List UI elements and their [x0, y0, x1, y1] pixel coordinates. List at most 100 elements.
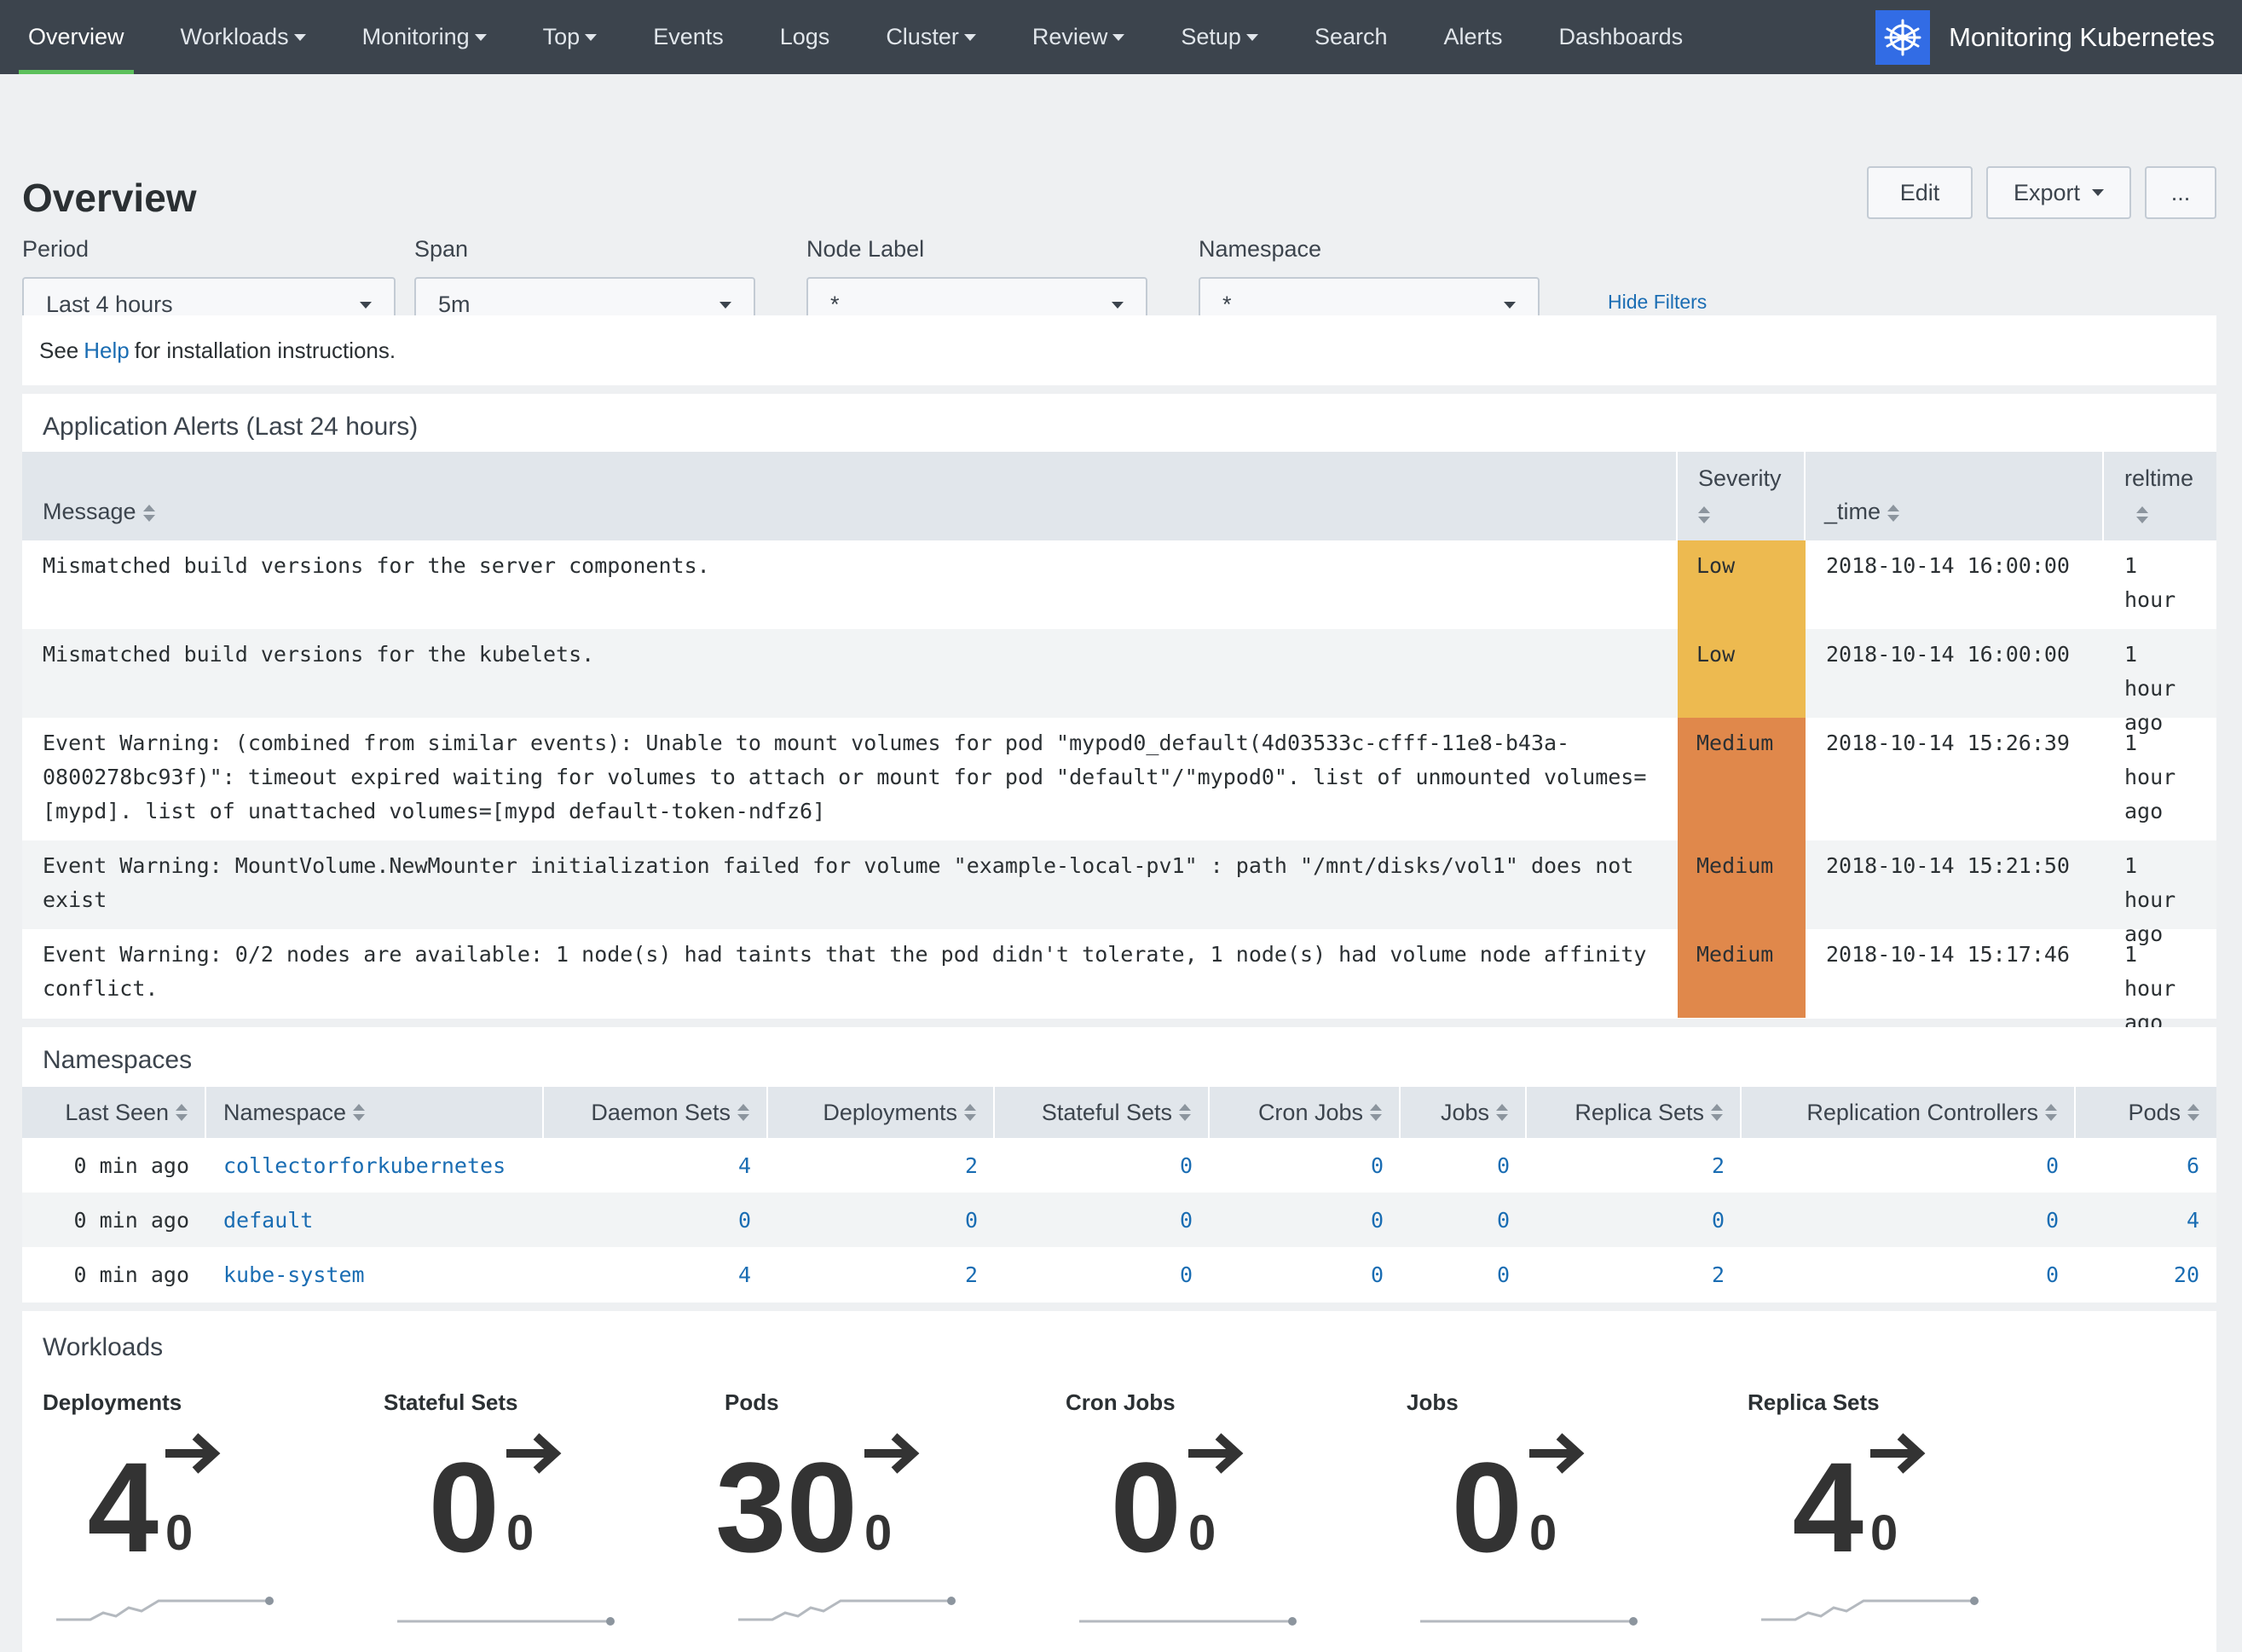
- column-header-reltime[interactable]: reltime: [2104, 452, 2216, 540]
- more-actions-button[interactable]: ...: [2145, 166, 2216, 219]
- nav-item-monitoring[interactable]: Monitoring: [334, 0, 515, 74]
- count-link[interactable]: 2: [768, 1262, 995, 1287]
- arrow-right-icon: [1870, 1433, 1926, 1474]
- help-link[interactable]: Help: [84, 338, 129, 364]
- nav-item-setup[interactable]: Setup: [1153, 0, 1286, 74]
- severity-cell: Medium: [1678, 929, 1806, 1018]
- count-link[interactable]: 0: [1742, 1153, 2076, 1178]
- workload-label: Cron Jobs: [1066, 1389, 1176, 1415]
- nav-item-label: Monitoring: [361, 24, 470, 49]
- table-row[interactable]: Event Warning: 0/2 nodes are available: …: [22, 929, 2216, 1035]
- nav-item-events[interactable]: Events: [625, 0, 752, 74]
- workload-delta: 0: [165, 1505, 193, 1561]
- count-link[interactable]: 0: [995, 1262, 1210, 1287]
- count-link[interactable]: 0: [1401, 1153, 1527, 1178]
- count-link[interactable]: 20: [2076, 1262, 2216, 1287]
- column-header-last-seen[interactable]: Last Seen: [22, 1087, 206, 1138]
- count-link[interactable]: 0: [995, 1153, 1210, 1178]
- column-header-pods[interactable]: Pods: [2076, 1087, 2216, 1138]
- export-button[interactable]: Export: [1986, 166, 2131, 219]
- single-value-pods[interactable]: Pods 30 0: [704, 1389, 1011, 1645]
- workload-label: Replica Sets: [1748, 1389, 1880, 1415]
- single-value-stateful-sets[interactable]: Stateful Sets 0 0: [363, 1389, 670, 1645]
- page-title: Overview: [22, 176, 197, 220]
- namespace-link[interactable]: default: [206, 1208, 544, 1233]
- sparkline-end-dot: [947, 1597, 956, 1605]
- workload-delta: 0: [506, 1505, 534, 1561]
- table-row[interactable]: Event Warning: (combined from similar ev…: [22, 718, 2216, 840]
- span-value: 5m: [438, 291, 471, 317]
- namespace-link[interactable]: collectorforkubernetes: [206, 1153, 544, 1178]
- nav-item-logs[interactable]: Logs: [752, 0, 858, 74]
- count-link[interactable]: 0: [544, 1208, 768, 1233]
- namespace-link[interactable]: kube-system: [206, 1262, 544, 1287]
- sort-icon: [737, 1104, 749, 1121]
- single-value-deployments[interactable]: Deployments 4 0: [22, 1389, 329, 1645]
- column-header-daemon-sets[interactable]: Daemon Sets: [544, 1087, 768, 1138]
- count-link[interactable]: 6: [2076, 1153, 2216, 1178]
- single-value-jobs[interactable]: Jobs 0 0: [1386, 1389, 1693, 1645]
- sort-icon: [2187, 1104, 2199, 1121]
- single-value-cron-jobs[interactable]: Cron Jobs 0 0: [1045, 1389, 1352, 1645]
- nav-item-top[interactable]: Top: [515, 0, 626, 74]
- workload-label: Deployments: [43, 1389, 182, 1415]
- column-header-jobs[interactable]: Jobs: [1401, 1087, 1527, 1138]
- column-header-message[interactable]: Message: [22, 452, 1678, 540]
- nav-item-review[interactable]: Review: [1004, 0, 1153, 74]
- table-row: 0 min ago collectorforkubernetes 4 2 0 0 0 2 0 6: [22, 1138, 2216, 1193]
- column-header-time[interactable]: _time: [1806, 452, 2104, 540]
- column-header-severity[interactable]: Severity: [1678, 452, 1806, 540]
- table-row[interactable]: Mismatched build versions for the kubele…: [22, 629, 2216, 735]
- table-row[interactable]: Event Warning: MountVolume.NewMounter in…: [22, 840, 2216, 946]
- count-link[interactable]: 4: [544, 1262, 768, 1287]
- count-link[interactable]: 2: [768, 1153, 995, 1178]
- count-link[interactable]: 0: [995, 1208, 1210, 1233]
- column-header-cron-jobs[interactable]: Cron Jobs: [1210, 1087, 1401, 1138]
- column-header-deployments[interactable]: Deployments: [768, 1087, 995, 1138]
- sparkline-end-dot: [1970, 1597, 1979, 1605]
- application-alerts-panel: Application Alerts (Last 24 hours) Messa…: [22, 394, 2216, 1035]
- node-label-filter: Node Label *: [806, 236, 1147, 332]
- namespace-label: Namespace: [1199, 236, 1322, 262]
- nav-item-alerts[interactable]: Alerts: [1416, 0, 1531, 74]
- single-value-replica-sets[interactable]: Replica Sets 4 0: [1727, 1389, 2034, 1645]
- column-header-replication-controllers[interactable]: Replication Controllers: [1742, 1087, 2076, 1138]
- count-link[interactable]: 2: [1527, 1153, 1742, 1178]
- time-header-label: _time: [1824, 499, 1881, 524]
- sort-icon: [2045, 1104, 2057, 1121]
- nav-item-dashboards[interactable]: Dashboards: [1531, 0, 1712, 74]
- count-link[interactable]: 0: [1210, 1262, 1401, 1287]
- column-header-namespace[interactable]: Namespace: [206, 1087, 544, 1138]
- nav-item-search[interactable]: Search: [1286, 0, 1416, 74]
- node-label-label: Node Label: [806, 236, 925, 262]
- count-link[interactable]: 0: [1742, 1208, 2076, 1233]
- count-link[interactable]: 4: [2076, 1208, 2216, 1233]
- count-link[interactable]: 4: [544, 1153, 768, 1178]
- workload-label: Stateful Sets: [384, 1389, 518, 1415]
- count-link[interactable]: 0: [1210, 1208, 1401, 1233]
- chevron-down-icon: [585, 33, 598, 41]
- count-link[interactable]: 0: [1210, 1153, 1401, 1178]
- nav-item-cluster[interactable]: Cluster: [858, 0, 1004, 74]
- count-link[interactable]: 0: [1527, 1208, 1742, 1233]
- hide-filters-link[interactable]: Hide Filters: [1608, 291, 1707, 314]
- nav-item-label: Search: [1314, 24, 1388, 49]
- count-link[interactable]: 0: [1401, 1208, 1527, 1233]
- column-header-replica-sets[interactable]: Replica Sets: [1527, 1087, 1742, 1138]
- nav-item-overview[interactable]: Overview: [0, 0, 153, 74]
- column-header-stateful-sets[interactable]: Stateful Sets: [995, 1087, 1210, 1138]
- count-link[interactable]: 0: [1401, 1262, 1527, 1287]
- single-value-visual: 40: [56, 1433, 274, 1621]
- nav-item-workloads[interactable]: Workloads: [153, 0, 334, 74]
- edit-button[interactable]: Edit: [1867, 166, 1973, 219]
- count-link[interactable]: 0: [768, 1208, 995, 1233]
- alerts-table-header: Message Severity _time reltime: [22, 452, 2216, 540]
- alert-message: Event Warning: (combined from similar ev…: [43, 731, 1647, 823]
- count-link[interactable]: 2: [1527, 1262, 1742, 1287]
- app-brand[interactable]: Monitoring Kubernetes: [1875, 0, 2242, 74]
- table-row: 0 min ago default 0 0 0 0 0 0 0 4: [22, 1193, 2216, 1247]
- table-row[interactable]: Mismatched build versions for the server…: [22, 540, 2216, 646]
- reltime-header-label: reltime: [2124, 465, 2194, 491]
- node-label-value: *: [830, 291, 840, 317]
- count-link[interactable]: 0: [1742, 1262, 2076, 1287]
